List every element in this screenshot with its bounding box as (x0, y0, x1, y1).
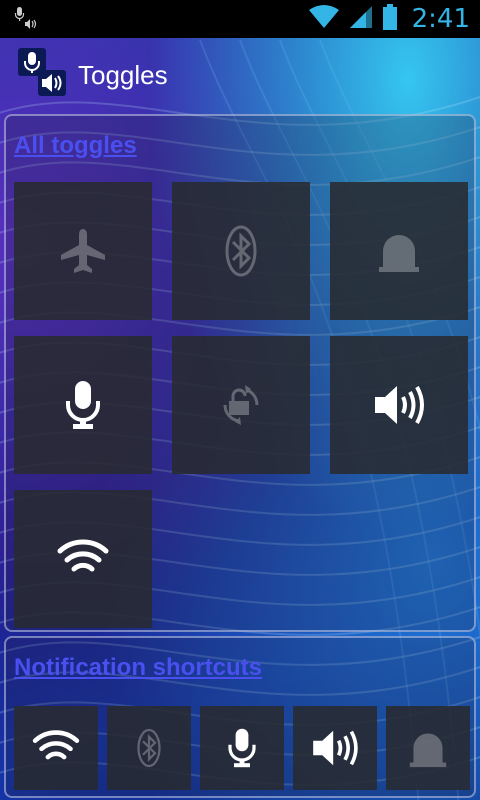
volume-icon (375, 386, 424, 424)
all-toggles-title[interactable]: All toggles (14, 132, 137, 160)
airplane-icon (61, 229, 105, 273)
notification-shortcuts-panel: Notification shortcuts (4, 636, 476, 798)
app-title: Toggles (78, 59, 168, 90)
sync-icon (409, 733, 447, 768)
rotation-lock-toggle[interactable] (172, 336, 310, 474)
shortcut-wifi[interactable] (14, 706, 98, 790)
app-header: Toggles (16, 47, 168, 103)
sync-toggle[interactable] (330, 182, 468, 320)
bluetooth-icon (137, 728, 161, 768)
clock: 2:41 (411, 4, 470, 34)
status-bar: 2:41 (0, 0, 480, 38)
volume-toggle[interactable] (330, 336, 468, 474)
notification-mic-volume-icon (14, 6, 40, 37)
battery-icon (382, 3, 398, 36)
bluetooth-icon (225, 225, 257, 277)
shortcut-sync[interactable] (386, 706, 470, 790)
microphone-icon (228, 728, 256, 768)
all-toggles-panel: All toggles (4, 114, 476, 632)
rotation-lock-icon (223, 385, 259, 425)
wifi-icon (32, 730, 80, 760)
volume-icon (313, 730, 358, 766)
signal-icon (348, 4, 374, 35)
notification-shortcuts-title[interactable]: Notification shortcuts (14, 654, 262, 682)
wifi-toggle[interactable] (14, 490, 152, 628)
shortcut-bluetooth[interactable] (107, 706, 191, 790)
airplane-mode-toggle[interactable] (14, 182, 152, 320)
app-icon (16, 47, 68, 103)
sync-icon (379, 235, 419, 272)
shortcut-microphone[interactable] (200, 706, 284, 790)
wifi-icon (57, 539, 109, 572)
microphone-icon (66, 381, 100, 429)
wifi-icon (308, 4, 340, 35)
microphone-toggle[interactable] (14, 336, 152, 474)
bluetooth-toggle[interactable] (172, 182, 310, 320)
shortcut-volume[interactable] (293, 706, 377, 790)
